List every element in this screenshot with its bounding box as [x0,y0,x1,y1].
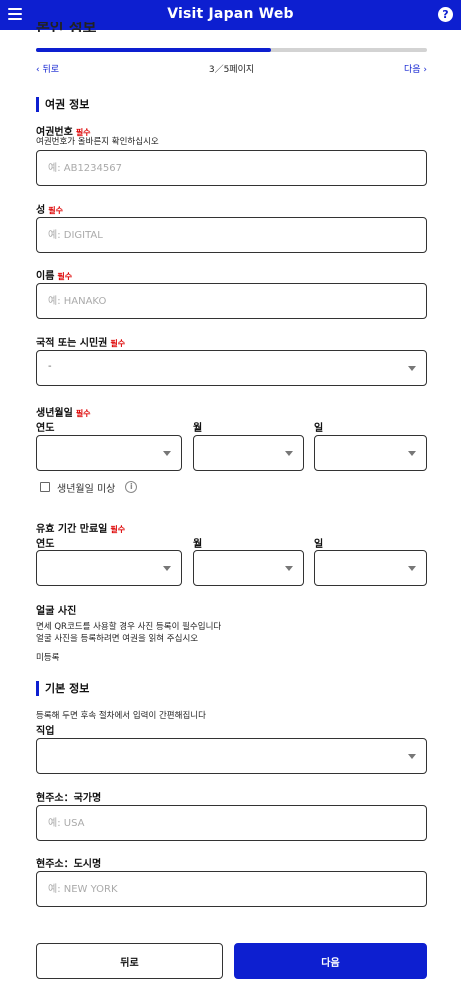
passport-number-input[interactable] [36,150,427,186]
birth-date-unknown-label: 생년월일 미상 [57,483,116,495]
birth-date-unknown-row: 생년월일 미상 i [40,480,138,495]
chevron-down-icon [408,451,416,456]
birth-year-label: 연도 [36,423,55,434]
surname-input[interactable] [36,217,427,253]
section-title-basic: 기본 정보 [36,681,89,696]
birth-date-unknown-checkbox[interactable] [40,482,50,492]
country-label: 현주소：국가명 [36,793,102,804]
city-input[interactable] [36,871,427,907]
face-photo-status: 미등록 [36,653,60,663]
basic-section-help: 등록해 두면 후속 절차에서 입력이 간편해집니다 [36,711,206,721]
help-icon[interactable]: ? [438,7,453,22]
occupation-select[interactable] [36,738,427,774]
chevron-down-icon [163,451,171,456]
nationality-label: 국적 또는 시민권 필수 [36,338,126,349]
pager-page-count: 3／5페이지 [208,65,255,75]
birth-month-select[interactable] [193,435,304,471]
given-name-input[interactable] [36,283,427,319]
expiry-year-select[interactable] [36,550,182,586]
birth-day-label: 일 [314,423,324,434]
expiry-month-label: 월 [193,539,203,550]
required-badge: 필수 [75,409,91,418]
expiry-month-select[interactable] [193,550,304,586]
birth-date-label: 생년월일 필수 [36,408,91,419]
chevron-down-icon [285,451,293,456]
required-badge: 필수 [48,206,63,215]
city-label: 현주소：도시명 [36,859,102,870]
chevron-down-icon [408,566,416,571]
given-name-label: 이름 필수 [36,271,73,282]
nationality-value: - [48,361,52,372]
nationality-select[interactable]: - [36,350,427,386]
back-button[interactable]: 뒤로 [36,943,223,979]
expiry-day-label: 일 [314,539,324,550]
app-title: Visit Japan Web [167,6,294,22]
next-button[interactable]: 다음 [234,943,427,979]
required-badge: 필수 [110,339,126,348]
info-icon[interactable]: i [125,481,138,493]
surname-label: 성 필수 [36,205,63,216]
chevron-down-icon [408,366,416,371]
face-photo-help-1: 면세 QR코드를 사용할 경우 사진 등록이 필수입니다 [36,622,222,632]
chevron-down-icon [163,566,171,571]
face-photo-label: 얼굴 사진 [36,606,77,617]
required-badge: 필수 [110,525,126,534]
birth-day-select[interactable] [314,435,427,471]
pager-next-link[interactable]: 다음 › [404,62,427,75]
expiry-day-select[interactable] [314,550,427,586]
progress-fill [36,48,271,52]
section-title-passport: 여권 정보 [36,97,89,112]
country-input[interactable] [36,805,427,841]
occupation-label: 직업 [36,726,55,737]
expiry-year-label: 연도 [36,539,55,550]
progress-bar [36,48,427,52]
face-photo-help-2: 얼굴 사진을 등록하려면 여권을 읽혀 주십시오 [36,634,199,644]
required-badge: 필수 [57,272,73,281]
expiry-date-label: 유효 기간 만료일 필수 [36,524,126,535]
chevron-down-icon [285,566,293,571]
birth-year-select[interactable] [36,435,182,471]
birth-month-label: 월 [193,423,203,434]
pager: ‹ 뒤로 3／5페이지 다음 › [36,62,427,76]
chevron-down-icon [408,754,416,759]
page-heading: 본인 정보 [36,22,97,32]
passport-number-help: 여권번호가 올바른지 확인하십시오 [36,137,159,147]
